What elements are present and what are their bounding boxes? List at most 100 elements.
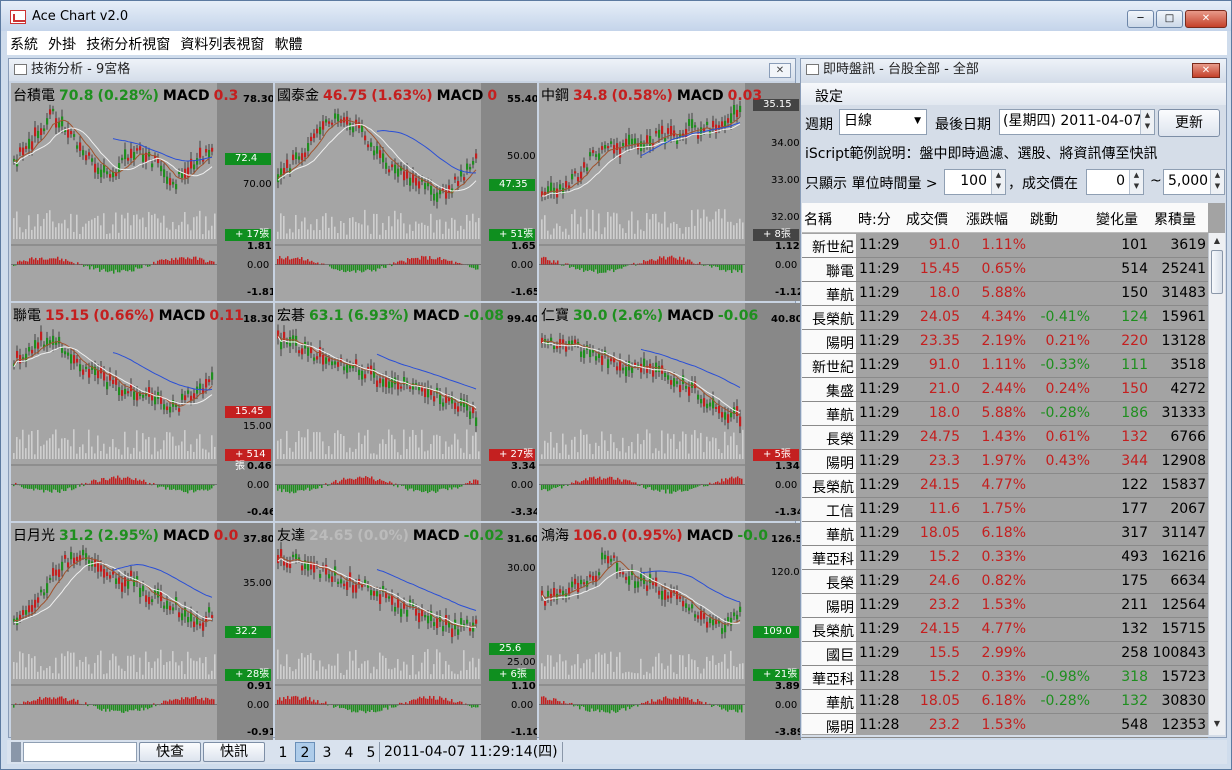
volume-bar [643, 439, 645, 459]
page-button-5[interactable]: 5 [361, 742, 381, 762]
volume-bar [280, 438, 282, 459]
table-row[interactable]: 華航 11:28 18.05 6.18% -0.28% 132 30830 [802, 690, 1208, 714]
volume-bar [352, 660, 354, 679]
table-row[interactable]: 陽明 11:28 23.2 1.53% 548 12353 [802, 714, 1208, 738]
spin-icon[interactable]: ▲ ▼ [1129, 170, 1143, 194]
table-row[interactable]: 華亞科 11:29 15.2 0.33% 493 16216 [802, 546, 1208, 570]
realtime-quotes-panel: 即時盤訊 - 台股全部 - 全部 ✕ 設定 週期 日線 ▼ 最後日期 (星期四)… [800, 58, 1227, 738]
chart-cell-8[interactable]: 友達 24.65 (0.0%) MACD -0.02 31.60 30.00 25.00 1.1… [275, 523, 537, 741]
column-header[interactable]: 成交價 [906, 209, 948, 229]
table-row[interactable]: 國巨 11:29 15.5 2.99% 258 100843 [802, 642, 1208, 666]
menu-list-window[interactable]: 資料列表視窗 [177, 31, 267, 57]
minimize-button[interactable]: ─ [1127, 10, 1154, 28]
table-row[interactable]: 長榮航 11:29 24.05 4.34% -0.41% 124 15961 [802, 306, 1208, 330]
scroll-down-icon[interactable]: ▼ [1210, 717, 1224, 731]
price-tick: 70.00 [243, 179, 272, 191]
volume-bar [634, 673, 636, 679]
volume-bar [727, 668, 729, 679]
table-row[interactable]: 陽明 11:29 23.35 2.19% 0.21% 220 13128 [802, 330, 1208, 354]
update-button[interactable]: 更新 [1158, 109, 1220, 137]
page-button-1[interactable]: 1 [273, 742, 293, 762]
table-scrollbar[interactable]: ▲ ▼ [1208, 233, 1225, 735]
column-header[interactable]: 名稱 [804, 209, 832, 229]
date-spin-icon[interactable]: ▲ ▼ [1140, 110, 1154, 134]
chart-cell-7[interactable]: 日月光 31.2 (2.95%) MACD 0.0 37.80 35.00 0.91 0.00-… [11, 523, 273, 741]
candle-body [136, 392, 139, 401]
price-min-input[interactable]: 0 ▲ ▼ [1086, 169, 1144, 195]
last-date-picker[interactable]: (星期四) 2011-04-07 ▲ ▼ [999, 109, 1155, 135]
volume-bar [364, 435, 366, 459]
volume-bar [97, 435, 99, 459]
settings-menu[interactable]: 設定 [815, 86, 843, 106]
menu-software[interactable]: 軟體 [272, 31, 306, 57]
table-row[interactable]: 長榮航 11:29 24.15 4.77% 132 15715 [802, 618, 1208, 642]
panel-close-button[interactable]: ✕ [769, 63, 791, 78]
maximize-button[interactable]: □ [1156, 10, 1183, 28]
table-row[interactable]: 長榮航 11:29 24.15 4.77% 122 15837 [802, 474, 1208, 498]
candle-body [712, 619, 715, 626]
panel-title[interactable]: 技術分析 - 9宮格 [9, 59, 795, 81]
table-row[interactable]: 陽明 11:29 23.3 1.97% 0.43% 344 12908 [802, 450, 1208, 474]
column-header[interactable]: 累積量 [1154, 209, 1196, 229]
chart-cell-6[interactable]: 仁寶 30.0 (2.6%) MACD -0.06 40.80 1.34 0.00 -1.34 +… [539, 303, 801, 521]
column-header[interactable]: 跳動 [1030, 209, 1058, 229]
column-header[interactable]: 時:分 [858, 209, 891, 229]
quick-query-input[interactable] [23, 742, 137, 762]
scroll-up-icon[interactable]: ▲ [1210, 234, 1224, 248]
title-bar[interactable]: Ace Chart v2.0 ─ □ ✕ [1, 1, 1231, 31]
chart-cell-4[interactable]: 聯電 15.15 (0.66%) MACD 0.11 18.30 15.00 0.46 0.00… [11, 303, 273, 521]
macd-bar [593, 704, 595, 712]
table-row[interactable]: 華亞科 11:28 15.2 0.33% -0.98% 318 15723 [802, 666, 1208, 690]
table-row[interactable]: 長榮 11:29 24.6 0.82% 175 6634 [802, 570, 1208, 594]
candle-body [439, 394, 442, 405]
chart-cell-2[interactable]: 國泰金 46.75 (1.63%) MACD 0 55.40 50.00 1.65 0.00 -1… [275, 83, 537, 301]
quick-query-button[interactable]: 快查 [139, 742, 201, 762]
close-button[interactable]: ✕ [1185, 10, 1227, 28]
column-header[interactable]: 漲跌幅 [966, 209, 1008, 229]
page-button-4[interactable]: 4 [339, 742, 359, 762]
chart-cell-5[interactable]: 宏碁 63.1 (6.93%) MACD -0.08 99.40 3.34 0.00 -3.34… [275, 303, 537, 521]
spin-icon[interactable]: ▲ ▼ [1210, 170, 1224, 194]
table-row[interactable]: 工信 11:29 11.6 1.75% 177 2067 [802, 498, 1208, 522]
menu-system[interactable]: 系統 [7, 31, 41, 57]
volume-bar [700, 432, 702, 459]
spin-icon[interactable]: ▲ ▼ [991, 170, 1005, 194]
candle-body [385, 162, 388, 169]
macd-bar [297, 257, 299, 265]
page-button-2[interactable]: 2 [295, 742, 315, 762]
table-row[interactable]: 長榮 11:29 24.75 1.43% 0.61% 132 6766 [802, 426, 1208, 450]
table-row[interactable]: 集盛 11:29 21.0 2.44% 0.24% 150 4272 [802, 378, 1208, 402]
table-row[interactable]: 新世紀 11:29 91.0 1.11% -0.33% 111 3518 [802, 354, 1208, 378]
chart-cell-9[interactable]: 鴻海106.0(0.95%)MACD-0.0126.50120.003.890.… [539, 523, 801, 741]
table-row[interactable]: 聯電 11:29 15.45 0.65% 514 25241 [802, 258, 1208, 282]
menu-plugins[interactable]: 外掛 [45, 31, 79, 57]
column-header[interactable]: 變化量 [1096, 209, 1138, 229]
macd-bar [65, 698, 67, 705]
table-row[interactable]: 陽明 11:29 23.2 1.53% 211 12564 [802, 594, 1208, 618]
volume-bar [700, 218, 702, 239]
volume-bar [163, 664, 165, 679]
cell-vol: 175 [1121, 573, 1148, 589]
page-button-3[interactable]: 3 [317, 742, 337, 762]
table-row[interactable]: 新世紀 11:29 91.0 1.11% 101 3619 [802, 234, 1208, 258]
quick-news-button[interactable]: 快訊 [203, 742, 265, 762]
price-max-input[interactable]: 5,000 ▲ ▼ [1163, 169, 1225, 195]
chart-cell-1[interactable]: 台積電 70.8 (0.28%) MACD 0.3 78.30 70.00 1.81 0.00-… [11, 83, 273, 301]
macd-bar [691, 699, 693, 705]
volume-bar [319, 432, 321, 459]
macd-bar [353, 479, 355, 485]
cell-acc: 100843 [1152, 645, 1206, 661]
volume-threshold-input[interactable]: 100 ▲ ▼ [944, 169, 1006, 195]
chart-cell-3[interactable]: 中鋼 34.8 (0.58%) MACD 0.03 34.00 33.00 32.00 1.12… [539, 83, 801, 301]
table-row[interactable]: 華航 11:29 18.0 5.88% 150 31483 [802, 282, 1208, 306]
table-row[interactable]: 華航 11:29 18.05 6.18% 317 31147 [802, 522, 1208, 546]
macd-bar [585, 478, 587, 485]
scroll-thumb[interactable] [1211, 250, 1223, 294]
macd-bar [167, 260, 169, 265]
menu-ta-window[interactable]: 技術分析視窗 [83, 31, 173, 57]
table-row[interactable]: 華航 11:29 18.0 5.88% -0.28% 186 31333 [802, 402, 1208, 426]
macd-bar [363, 477, 365, 485]
panel-close-button[interactable]: ✕ [1192, 63, 1220, 78]
period-select[interactable]: 日線 ▼ [839, 109, 927, 135]
panel-title[interactable]: 即時盤訊 - 台股全部 - 全部 [801, 59, 1226, 81]
